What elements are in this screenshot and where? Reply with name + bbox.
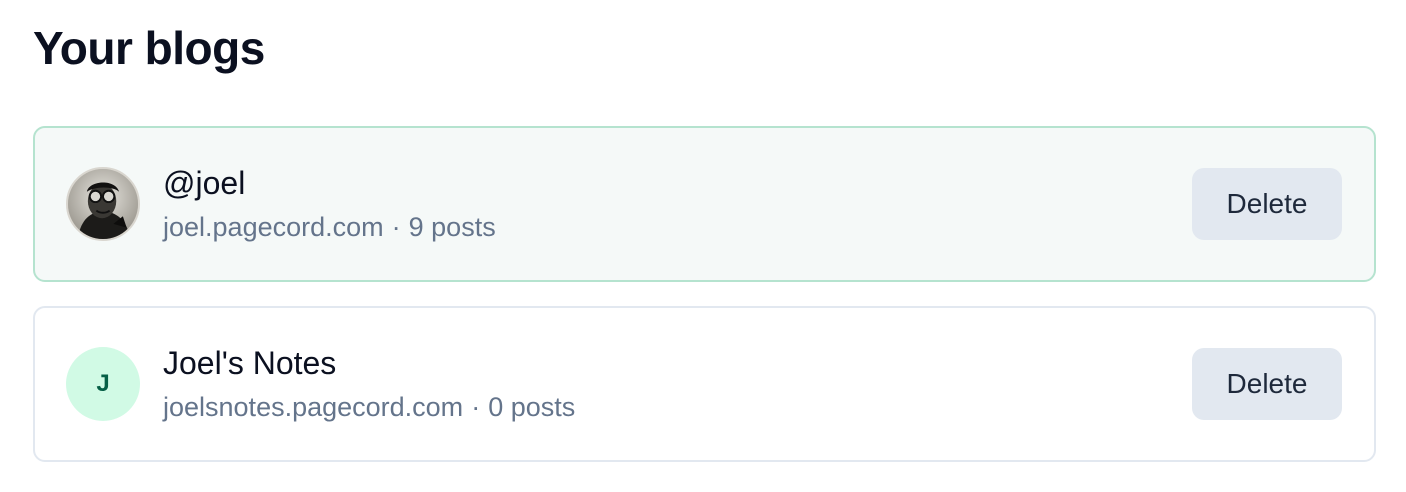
blog-name: Joel's Notes xyxy=(163,345,337,381)
avatar-initial: J xyxy=(96,370,110,397)
avatar: J xyxy=(66,347,140,421)
blog-card-joel[interactable]: @joel joel.pagecord.com · 9 posts Delete xyxy=(33,126,1376,282)
meta-separator: · xyxy=(391,212,401,242)
blog-name: @joel xyxy=(163,165,246,201)
profile-photo-icon xyxy=(68,169,138,239)
blog-domain[interactable]: joelsnotes.pagecord.com xyxy=(163,392,463,422)
page: Your blogs @joel joel.pagecord.com · 9 p… xyxy=(0,0,1406,492)
blog-info: Joel's Notes joelsnotes.pagecord.com · 0 p… xyxy=(163,344,1192,424)
post-count: 0 posts xyxy=(488,392,576,422)
blog-domain[interactable]: joel.pagecord.com xyxy=(163,212,384,242)
post-count: 9 posts xyxy=(408,212,496,242)
page-title: Your blogs xyxy=(33,22,265,74)
blog-info: @joel joel.pagecord.com · 9 posts xyxy=(163,164,1192,244)
delete-button[interactable]: Delete xyxy=(1192,168,1342,240)
blog-meta: joelsnotes.pagecord.com · 0 posts xyxy=(163,390,1192,424)
delete-button[interactable]: Delete xyxy=(1192,348,1342,420)
avatar xyxy=(66,167,140,241)
blog-card-joels-notes[interactable]: J Joel's Notes joelsnotes.pagecord.com · 0… xyxy=(33,306,1376,462)
blog-list: @joel joel.pagecord.com · 9 posts Delete J… xyxy=(33,126,1376,462)
blog-meta: joel.pagecord.com · 9 posts xyxy=(163,210,1192,244)
meta-separator: · xyxy=(471,392,481,422)
